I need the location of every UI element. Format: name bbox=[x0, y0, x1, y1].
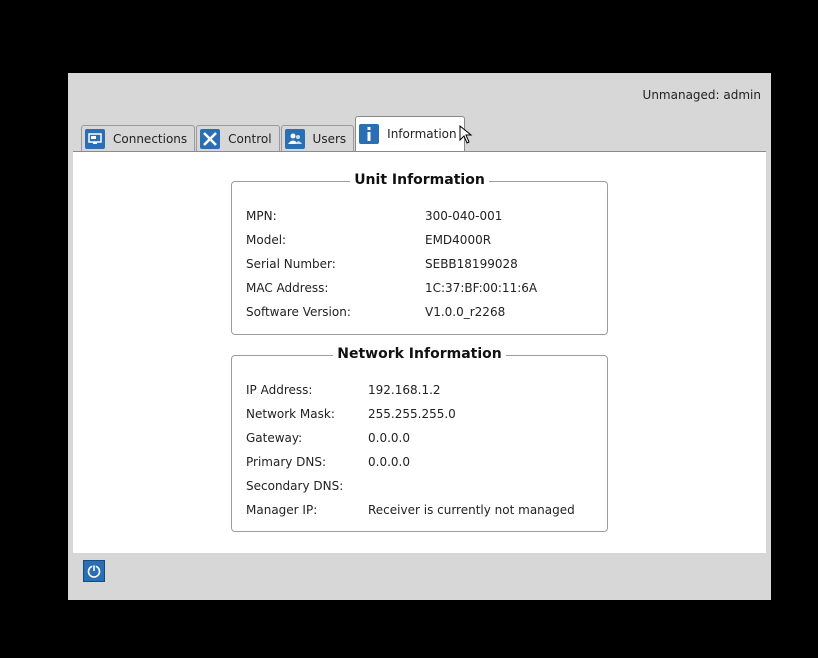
gateway-row: Gateway: 0.0.0.0 bbox=[246, 430, 410, 446]
tools-icon bbox=[200, 128, 221, 149]
tab-control[interactable]: Control bbox=[196, 125, 280, 151]
information-page: Unit Information MPN: 300-040-001 Model:… bbox=[73, 151, 766, 553]
software-version-label: Software Version: bbox=[246, 305, 351, 319]
power-button[interactable] bbox=[83, 560, 105, 582]
primary-dns-label: Primary DNS: bbox=[246, 455, 327, 469]
unit-information-group: Unit Information MPN: 300-040-001 Model:… bbox=[231, 172, 608, 335]
secondary-dns-row: Secondary DNS: bbox=[246, 478, 343, 494]
ip-address-value: 192.168.1.2 bbox=[368, 383, 441, 397]
mac-address-value: 1C:37:BF:00:11:6A bbox=[425, 281, 538, 295]
user-status: Unmanaged: admin bbox=[642, 88, 761, 102]
manager-ip-value: Receiver is currently not managed bbox=[368, 503, 575, 517]
tab-label: Connections bbox=[113, 131, 188, 146]
manager-ip-row: Manager IP: Receiver is currently not ma… bbox=[246, 502, 575, 518]
main-panel: Unmanaged: admin Connections Control Use… bbox=[68, 73, 771, 600]
mpn-row: MPN: 300-040-001 bbox=[246, 208, 502, 224]
model-value: EMD4000R bbox=[425, 233, 492, 247]
info-icon bbox=[359, 124, 380, 144]
ip-address-row: IP Address: 192.168.1.2 bbox=[246, 382, 441, 398]
network-information-group: Network Information IP Address: 192.168.… bbox=[231, 346, 608, 532]
power-icon bbox=[87, 565, 101, 578]
mac-address-label: MAC Address: bbox=[246, 281, 329, 295]
primary-dns-row: Primary DNS: 0.0.0.0 bbox=[246, 454, 410, 470]
serial-number-label: Serial Number: bbox=[246, 257, 336, 271]
tab-label: Users bbox=[312, 131, 347, 146]
model-label: Model: bbox=[246, 233, 287, 247]
secondary-dns-label: Secondary DNS: bbox=[246, 479, 344, 493]
mouse-cursor-icon bbox=[459, 124, 479, 149]
primary-dns-value: 0.0.0.0 bbox=[368, 455, 410, 469]
tab-users[interactable]: Users bbox=[280, 125, 355, 151]
gateway-value: 0.0.0.0 bbox=[368, 431, 410, 445]
software-version-row: Software Version: V1.0.0_r2268 bbox=[246, 304, 505, 320]
network-mask-label: Network Mask: bbox=[246, 407, 335, 421]
tab-information[interactable]: Information bbox=[355, 116, 465, 151]
users-icon bbox=[284, 128, 305, 149]
software-version-value: V1.0.0_r2268 bbox=[425, 305, 506, 319]
serial-number-row: Serial Number: SEBB18199028 bbox=[246, 256, 518, 272]
tab-connections[interactable]: Connections bbox=[81, 125, 196, 151]
serial-number-value: SEBB18199028 bbox=[425, 257, 518, 271]
mpn-label: MPN: bbox=[246, 209, 277, 223]
tab-label: Control bbox=[228, 131, 272, 146]
network-mask-value: 255.255.255.0 bbox=[368, 407, 456, 421]
mpn-value: 300-040-001 bbox=[425, 209, 503, 223]
monitor-icon bbox=[85, 128, 105, 149]
manager-ip-label: Manager IP: bbox=[246, 503, 318, 517]
unit-information-title: Unit Information bbox=[350, 172, 489, 188]
network-mask-row: Network Mask: 255.255.255.0 bbox=[246, 406, 456, 422]
mac-address-row: MAC Address: 1C:37:BF:00:11:6A bbox=[246, 280, 537, 296]
tab-label: Information bbox=[387, 127, 457, 141]
tab-bar: Connections Control Users Information bbox=[81, 116, 466, 151]
ip-address-label: IP Address: bbox=[246, 383, 313, 397]
gateway-label: Gateway: bbox=[246, 431, 303, 445]
model-row: Model: EMD4000R bbox=[246, 232, 491, 248]
network-information-title: Network Information bbox=[333, 346, 506, 362]
